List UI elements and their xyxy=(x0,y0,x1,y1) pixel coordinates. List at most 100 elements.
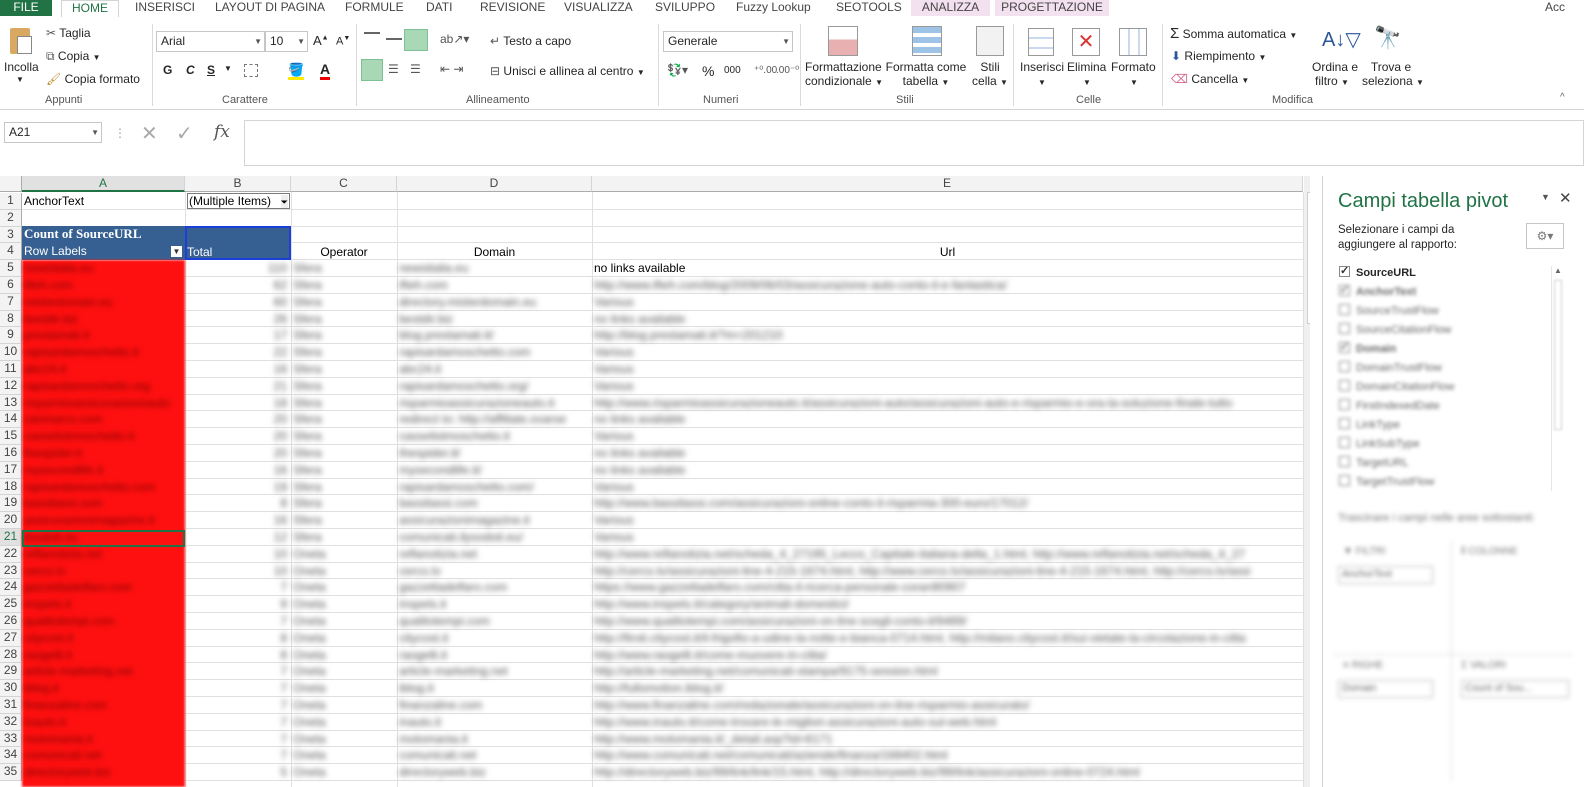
cell-total[interactable]: 62 xyxy=(187,277,287,293)
row-header[interactable]: 21 xyxy=(0,529,22,546)
field-item[interactable]: TargetTrustFlow xyxy=(1339,475,1434,488)
row-header[interactable]: 15 xyxy=(0,428,22,445)
cell-anchor[interactable]: reflanotizia.net xyxy=(24,546,182,562)
cell-operator[interactable]: Sfera xyxy=(293,327,393,343)
scroll-up-icon[interactable]: ▲ xyxy=(1554,266,1562,275)
tab-file[interactable]: FILE xyxy=(0,0,52,16)
cell-url[interactable]: Various xyxy=(594,294,1302,310)
cell-anchor[interactable]: rapisardamoschetto.com xyxy=(24,479,182,495)
cell-url[interactable]: http://www.raogelli.it/come-muovere-in-c… xyxy=(594,647,1302,663)
cell-operator[interactable]: Sfera xyxy=(293,378,393,394)
cell-domain[interactable]: casselistmoschetto.it xyxy=(399,428,587,444)
cell-operator[interactable]: Sfera xyxy=(293,395,393,411)
cell-domain[interactable]: thespider.it/ xyxy=(399,445,587,461)
row-header[interactable]: 35 xyxy=(0,764,22,781)
cell-url[interactable]: https://www.gazzettadelfaro.com/citta-il… xyxy=(594,579,1302,595)
copy-button[interactable]: ⧉ Copia ▼ xyxy=(46,49,101,64)
cell-operator[interactable]: Sfera xyxy=(293,311,393,327)
tab-sviluppo[interactable]: SVILUPPO xyxy=(655,0,715,16)
row-header[interactable]: 16 xyxy=(0,445,22,462)
cell-domain[interactable]: newsitalia.eu xyxy=(399,260,587,276)
decrease-decimal-icon[interactable]: .00⁻⁰ xyxy=(776,65,799,76)
active-cell[interactable] xyxy=(22,530,185,547)
paste-button[interactable]: Incolla xyxy=(4,60,39,74)
cell-total[interactable]: 8 xyxy=(187,495,287,511)
cell-total[interactable]: 7 xyxy=(187,697,287,713)
delete-cells-icon[interactable]: ✕ xyxy=(1072,28,1100,56)
cell-operator[interactable]: Sfera xyxy=(293,411,393,427)
paste-dropdown-icon[interactable]: ▼ xyxy=(16,75,24,84)
cell-anchor[interactable]: qualitotempi.com xyxy=(24,613,182,629)
row-header[interactable]: 29 xyxy=(0,663,22,681)
row-header[interactable]: 4 xyxy=(0,243,22,261)
orientation-icon[interactable]: ab↗▾ xyxy=(440,32,469,46)
insert-function-button[interactable]: fx xyxy=(214,122,230,142)
scroll-up-icon[interactable]: ▲ xyxy=(1308,180,1310,189)
row-header[interactable]: 34 xyxy=(0,747,22,765)
field-item[interactable]: SourceURL xyxy=(1339,264,1416,279)
cell-anchor[interactable]: misterdomain.eu xyxy=(24,294,182,310)
row-header[interactable]: 13 xyxy=(0,394,22,412)
align-bottom-icon[interactable] xyxy=(404,29,428,51)
row-header[interactable]: 18 xyxy=(0,478,22,496)
cell-total[interactable]: 7 xyxy=(187,680,287,696)
cell-operator[interactable]: Sfera xyxy=(293,529,393,545)
cell-total[interactable]: 22 xyxy=(187,344,287,360)
pivot-filter-dropdown[interactable]: (Multiple Items) ⏷ xyxy=(187,193,290,209)
cell-total[interactable]: 19 xyxy=(187,479,287,495)
align-left-icon[interactable] xyxy=(361,59,383,81)
cell-domain[interactable]: risparmioassicurazioneauto.it xyxy=(399,395,587,411)
cell-operator[interactable]: Sfera xyxy=(293,344,393,360)
row-header[interactable]: 1 xyxy=(0,193,22,210)
row-header[interactable]: 9 xyxy=(0,327,22,345)
column-header-a[interactable]: A xyxy=(22,176,185,192)
tab-revisione[interactable]: REVISIONE xyxy=(480,0,545,16)
cell-total[interactable]: 10 xyxy=(187,546,287,562)
fill-button[interactable]: ⬇ Riempimento ▼ xyxy=(1171,49,1266,63)
row-header[interactable]: 24 xyxy=(0,579,22,597)
cell-total[interactable]: 12 xyxy=(187,529,287,545)
cell-anchor[interactable]: thespider.it xyxy=(24,445,182,461)
cell-url[interactable]: http://www.comunicati.net/comunicati/azi… xyxy=(594,747,1302,763)
row-header[interactable]: 26 xyxy=(0,613,22,630)
tab-progettazione[interactable]: PROGETTAZIONE xyxy=(995,0,1109,16)
cell-total[interactable]: 8 xyxy=(187,647,287,663)
conditional-format-icon[interactable] xyxy=(828,26,858,56)
column-header-e[interactable]: E xyxy=(592,176,1303,192)
cell-url[interactable]: no links available xyxy=(594,462,1302,478)
cell-url[interactable]: http://www.bassitassi.com/assicurazioni-… xyxy=(594,495,1302,511)
checkbox-icon[interactable] xyxy=(1339,418,1350,429)
align-top-icon[interactable] xyxy=(364,32,380,46)
cell-domain[interactable]: reflanotizia.net xyxy=(399,546,587,562)
gear-icon[interactable]: ⚙▾ xyxy=(1526,223,1564,249)
percent-button[interactable]: % xyxy=(702,63,714,79)
cell-anchor[interactable]: risparmioassicurazioneauto xyxy=(24,395,182,411)
cell-total[interactable]: 8 xyxy=(187,630,287,646)
cell-domain[interactable]: rapisardamoschetto.com xyxy=(399,344,587,360)
row-header[interactable]: 8 xyxy=(0,310,22,328)
align-right-icon[interactable]: ☰ xyxy=(410,62,421,76)
tab-dati[interactable]: DATI xyxy=(426,0,452,16)
cell-total[interactable]: 20 xyxy=(187,428,287,444)
cell-url[interactable]: http://www.risparmioassicurazioneauto.it… xyxy=(594,395,1302,411)
cell-anchor[interactable]: rapisardamoschetto.it xyxy=(24,344,182,360)
font-color-icon[interactable]: A xyxy=(320,61,331,80)
cell-url[interactable]: http://www.ifteh.com/blog/2009/06/03/ass… xyxy=(594,277,1302,293)
row-header[interactable]: 12 xyxy=(0,377,22,395)
delete-button[interactable]: Elimina xyxy=(1067,60,1106,74)
cell-url[interactable]: Various xyxy=(594,344,1302,360)
cell-total[interactable]: 9 xyxy=(187,596,287,612)
formula-input[interactable] xyxy=(244,120,1584,166)
cell-total[interactable]: 17 xyxy=(187,327,287,343)
cell-url[interactable]: no links available xyxy=(594,311,1302,327)
increase-decimal-icon[interactable]: ⁺⁰.00 xyxy=(754,65,777,76)
close-pane-icon[interactable]: ✕ xyxy=(1559,189,1572,207)
cell-styles-button[interactable]: Stili cella ▼ xyxy=(970,60,1010,88)
italic-button[interactable]: C xyxy=(186,63,195,77)
cell-operator[interactable]: Oneta xyxy=(293,680,393,696)
cell-operator[interactable]: Sfera xyxy=(293,260,393,276)
cell-url[interactable]: http://blog.prestamati.it/?m=201210 xyxy=(594,327,1302,343)
format-cells-icon[interactable] xyxy=(1119,28,1147,56)
field-item[interactable]: SourceCitationFlow xyxy=(1339,323,1451,336)
checkbox-icon[interactable] xyxy=(1339,304,1350,315)
